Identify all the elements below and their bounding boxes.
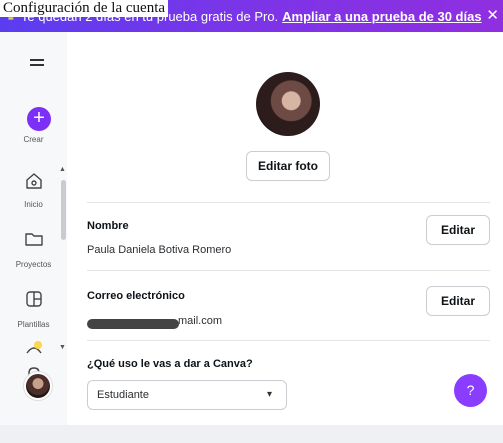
- close-icon[interactable]: ✕: [486, 6, 499, 24]
- templates-icon[interactable]: [24, 289, 44, 309]
- menu-icon[interactable]: [30, 59, 44, 69]
- divider: [87, 202, 490, 203]
- account-panel: Editar foto Nombre Paula Daniela Botiva …: [70, 32, 503, 425]
- usage-label: ¿Qué uso le vas a dar a Canva?: [87, 358, 253, 370]
- edit-name-button[interactable]: Editar: [426, 215, 490, 245]
- sidebar-item-create-label: Crear: [23, 135, 44, 144]
- sidebar-item-templates[interactable]: Plantillas: [0, 320, 67, 329]
- edit-photo-button[interactable]: Editar foto: [246, 151, 330, 181]
- profile-photo: [256, 72, 320, 136]
- edit-email-button[interactable]: Editar: [426, 286, 490, 316]
- crown-premium-icon[interactable]: [24, 339, 44, 359]
- user-avatar[interactable]: [24, 372, 52, 400]
- sidebar-item-projects[interactable]: Proyectos: [0, 260, 67, 269]
- email-value: mail.com: [178, 315, 223, 327]
- name-value: Paula Daniela Botiva Romero: [87, 244, 232, 256]
- scroll-down-arrow[interactable]: ▼: [59, 344, 66, 351]
- sidebar-item-home[interactable]: Inicio: [0, 200, 67, 209]
- redacted-email: [87, 319, 179, 329]
- scroll-up-arrow[interactable]: ▲: [59, 166, 66, 173]
- email-label: Correo electrónico: [87, 290, 185, 302]
- home-icon[interactable]: [24, 171, 44, 191]
- bottom-strip: [0, 425, 503, 443]
- usage-select[interactable]: Estudiante ▾: [87, 380, 287, 410]
- folder-icon[interactable]: [24, 229, 44, 249]
- extend-trial-link[interactable]: Ampliar a una prueba de 30 días: [282, 9, 481, 24]
- overlay-caption: Configuración de la cuenta: [0, 0, 169, 17]
- create-button[interactable]: +: [27, 107, 51, 131]
- divider: [87, 340, 490, 341]
- help-button[interactable]: ?: [454, 374, 487, 407]
- sidebar: + Crear Inicio Proyectos Plantillas ▲ ▼: [0, 32, 67, 443]
- usage-select-value: Estudiante: [97, 389, 149, 401]
- name-label: Nombre: [87, 220, 129, 232]
- divider: [87, 270, 490, 271]
- chevron-down-icon: ▾: [266, 389, 272, 400]
- scrollbar[interactable]: [61, 180, 66, 240]
